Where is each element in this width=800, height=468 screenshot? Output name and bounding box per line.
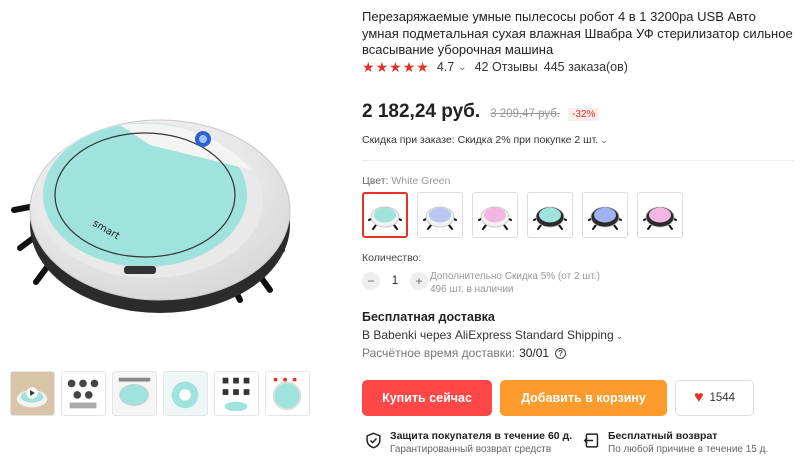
color-label-text: Цвет: [362,175,389,187]
divider [362,160,794,161]
product-title: Перезаряжаемые умные пылесосы робот 4 в … [362,9,793,57]
bulk-discount-note: Дополнительно Скидка 5% (от 2 шт.) [430,271,600,282]
stock-count: 496 шт. в наличии [430,284,514,295]
color-swatch[interactable] [417,192,463,238]
orders-count: 445 заказа(ов) [543,60,628,74]
main-product-image[interactable]: smart [0,60,345,340]
star-icon: ★ [416,59,429,75]
wishlist-button[interactable]: ♥ 1544 [675,380,754,416]
robot-thumbnail-icon [643,206,677,230]
chevron-down-icon: ⌄ [615,331,624,341]
buyer-protection-subtitle: Гарантированный возврат средств [390,444,552,455]
rating-value[interactable]: 4.7 [437,60,454,74]
shipping-title: Бесплатная доставка [362,310,495,324]
discount-badge: -32% [568,108,600,121]
thumbnail-5[interactable] [214,371,259,416]
robot-thumbnail-icon [478,206,512,230]
robot-thumbnail-icon [588,206,622,230]
shield-check-icon [366,432,381,449]
buyer-protection: Защита покупателя в течение 60 д. Гарант… [365,430,572,456]
star-icon: ★ [362,59,375,75]
color-swatch[interactable] [362,192,408,238]
chevron-down-icon: ⌄ [600,135,608,145]
star-icon: ★ [389,59,402,75]
buy-now-button[interactable]: Купить сейчас [362,380,492,416]
color-swatch[interactable] [527,192,573,238]
star-icon: ★ [402,59,416,75]
quantity-value[interactable]: 1 [380,275,410,287]
free-return: Бесплатный возврат По любой причине в те… [583,430,768,456]
coupon-text: Скидка при заказе: Скидка 2% при покупке… [362,134,599,146]
increase-quantity-button[interactable]: + [410,272,428,290]
quantity-stepper: − 1 + [362,272,428,290]
delivery-time-label: Расчётное время доставки: [362,346,516,360]
star-icon: ★ [375,59,389,75]
thumbnail-3[interactable] [112,371,157,416]
delivery-date: 30/01 [519,346,550,360]
chevron-down-icon[interactable]: ⌄ [458,62,466,73]
wishlist-count: 1544 [709,392,736,404]
delivery-time: Расчётное время доставки: 30/01 ? [362,346,567,360]
stock-info: Дополнительно Скидка 5% (от 2 шт.) 496 ш… [430,270,600,296]
coupon-discount[interactable]: Скидка при заказе: Скидка 2% при покупке… [362,134,608,146]
shipping-method-text: В Babenki через AliExpress Standard Ship… [362,328,614,342]
quantity-label: Количество: [362,252,422,264]
price-row: 2 182,24 руб. 3 209,47 руб. -32% [362,101,600,123]
color-swatches [362,192,683,238]
color-swatch[interactable] [472,192,518,238]
buyer-protection-title: Защита покупателя в течение 60 д. [390,430,573,442]
selected-color-value: White Green [391,175,451,187]
add-to-cart-button[interactable]: Добавить в корзину [500,380,667,416]
color-label: Цвет: White Green [362,175,450,187]
decrease-quantity-button[interactable]: − [362,272,380,290]
color-swatch[interactable] [637,192,683,238]
shipping-method[interactable]: В Babenki через AliExpress Standard Ship… [362,328,623,342]
current-price: 2 182,24 руб. [362,101,481,122]
thumbnail-6[interactable] [265,371,310,416]
color-swatch[interactable] [582,192,628,238]
thumbnail-4[interactable] [163,371,208,416]
reviews-link[interactable]: 42 Отзывы [475,60,538,74]
thumbnail-video[interactable] [10,371,55,416]
question-icon[interactable]: ? [555,347,567,359]
robot-thumbnail-icon [368,206,402,230]
old-price: 3 209,47 руб. [490,108,561,120]
rating-stars: ★ ★ ★ ★ ★ [362,60,429,74]
robot-vacuum-illustration: smart [11,119,291,313]
rating-row: ★ ★ ★ ★ ★ 4.7 ⌄ 42 Отзывы 445 заказа(ов) [362,60,628,74]
return-icon [583,433,599,448]
robot-thumbnail-icon [533,206,567,230]
heart-icon: ♥ [693,389,704,406]
free-return-subtitle: По любой причине в течение 15 д. [608,444,769,455]
thumbnail-2[interactable] [61,371,106,416]
thumbnail-strip [10,371,310,416]
robot-thumbnail-icon [423,206,457,230]
free-return-title: Бесплатный возврат [608,430,718,442]
